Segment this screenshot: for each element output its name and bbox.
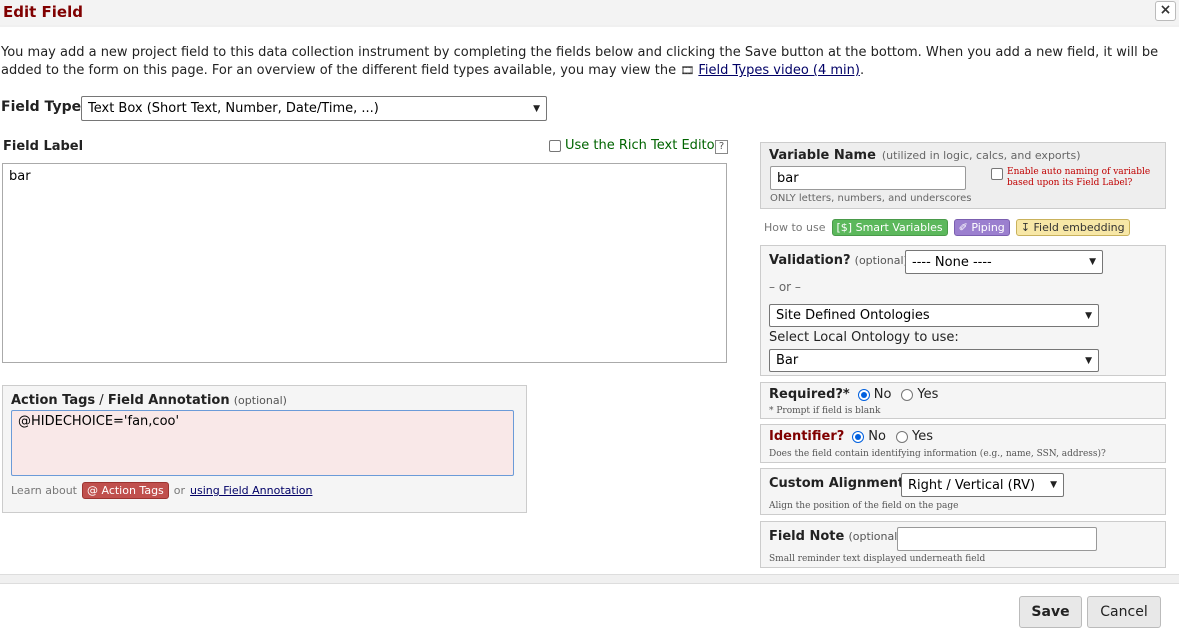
field-annotation-title: Field Annotation — [107, 393, 230, 408]
chevron-down-icon: ▼ — [1085, 355, 1092, 366]
validation-label: Validation? (optional) — [769, 253, 908, 268]
chevron-down-icon: ▼ — [1089, 257, 1096, 267]
help-icon[interactable]: ? — [715, 140, 728, 154]
dialog-title: Edit Field — [3, 3, 83, 21]
dialog-titlebar: Edit Field × — [0, 0, 1179, 25]
required-row: Required?* No Yes — [769, 387, 938, 402]
validation-panel: Validation? (optional) ---- None ---- ▼ … — [760, 245, 1166, 376]
identifier-panel: Identifier? No Yes Does the field contai… — [760, 424, 1166, 463]
identifier-no-label: No — [868, 429, 886, 444]
smart-variables-button[interactable]: [$] Smart Variables — [831, 219, 948, 236]
intro-text-end: . — [859, 63, 865, 78]
rich-text-checkbox[interactable] — [549, 139, 561, 152]
validation-optional: (optional) — [854, 254, 908, 267]
identifier-yes-label: Yes — [911, 429, 933, 444]
field-types-video-link[interactable]: Field Types video (4 min) — [698, 63, 860, 78]
auto-naming-checkbox[interactable] — [991, 168, 1003, 180]
film-icon: 🎞 — [680, 64, 695, 77]
required-yes-radio[interactable] — [901, 388, 914, 401]
field-label-textarea[interactable]: bar — [2, 163, 727, 363]
auto-naming-option[interactable]: Enable auto naming of variable based upo… — [991, 167, 1173, 189]
identifier-no-radio[interactable] — [852, 430, 865, 443]
action-tags-panel: Action Tags / Field Annotation (optional… — [2, 385, 527, 513]
variable-name-panel: Variable Name (utilized in logic, calcs, … — [760, 142, 1166, 209]
validation-select[interactable]: ---- None ---- ▼ — [905, 250, 1103, 274]
field-type-value: Text Box (Short Text, Number, Date/Time,… — [88, 101, 379, 116]
cancel-button[interactable]: Cancel — [1087, 596, 1161, 628]
field-type-label: Field Type: — [1, 99, 87, 115]
field-label-heading: Field Label — [3, 139, 84, 154]
field-embedding-button[interactable]: ↧ Field embedding — [1015, 219, 1130, 236]
required-label: Required?* — [769, 387, 850, 402]
dialog-footer: Save Cancel — [0, 583, 1179, 636]
action-tags-label: Action Tags / Field Annotation (optional… — [11, 393, 287, 408]
required-panel: Required?* No Yes * Prompt if field is b… — [760, 382, 1166, 419]
variable-name-hint: (utilized in logic, calcs, and exports) — [881, 149, 1081, 162]
piping-button[interactable]: ✐ Piping — [953, 219, 1010, 236]
annotation-textarea[interactable]: @HIDECHOICE='fan,coo' — [11, 410, 514, 476]
learn-about-row: Learn about @ Action Tags or using Field… — [11, 482, 312, 499]
required-note: * Prompt if field is blank — [769, 406, 881, 416]
field-note-hint: Small reminder text displayed underneath… — [769, 554, 986, 564]
dialog-body: You may add a new project field to this … — [0, 27, 1179, 575]
ontology-select[interactable]: Site Defined Ontologies ▼ — [769, 304, 1099, 327]
required-yes-label: Yes — [917, 387, 939, 402]
intro-text-main: You may add a new project field to this … — [1, 45, 1159, 78]
variable-name-rule: ONLY letters, numbers, and underscores — [770, 193, 972, 204]
local-ontology-value: Bar — [776, 353, 799, 368]
save-button[interactable]: Save — [1019, 596, 1082, 628]
rich-text-label: Use the Rich Text Editor — [565, 138, 720, 153]
variable-name-input[interactable]: bar — [770, 166, 966, 190]
alignment-note: Align the position of the field on the p… — [769, 501, 959, 511]
action-tags-button[interactable]: @ Action Tags — [81, 482, 169, 499]
field-note-input[interactable] — [897, 527, 1097, 551]
field-annotation-link[interactable]: using Field Annotation — [190, 484, 312, 497]
auto-naming-label: Enable auto naming of variable based upo… — [1007, 167, 1151, 188]
required-no-label: No — [873, 387, 892, 402]
learn-about-text: Learn about — [11, 484, 77, 497]
alignment-select[interactable]: Right / Vertical (RV) ▼ — [901, 473, 1064, 497]
local-ontology-select[interactable]: Bar ▼ — [769, 349, 1099, 372]
action-tags-title: Action Tags — [11, 393, 96, 408]
validation-value: ---- None ---- — [912, 254, 992, 270]
close-icon[interactable]: × — [1155, 1, 1176, 21]
field-note-title: Field Note — [769, 529, 845, 544]
chevron-down-icon: ▼ — [1050, 480, 1057, 490]
local-ontology-label: Select Local Ontology to use: — [769, 330, 959, 345]
ontology-value: Site Defined Ontologies — [776, 308, 930, 323]
rich-text-editor-toggle[interactable]: Use the Rich Text Editor — [549, 138, 720, 153]
alignment-value: Right / Vertical (RV) — [908, 477, 1036, 493]
chevron-down-icon: ▼ — [533, 103, 540, 114]
intro-text: You may add a new project field to this … — [1, 44, 1161, 80]
identifier-row: Identifier? No Yes — [769, 429, 933, 444]
identifier-note: Does the field contain identifying infor… — [769, 449, 1106, 459]
how-to-use-row: How to use [$] Smart Variables ✐ Piping … — [764, 219, 1130, 236]
field-note-panel: Field Note (optional) Small reminder tex… — [760, 521, 1166, 568]
alignment-label: Custom Alignment — [769, 476, 905, 491]
field-note-label: Field Note (optional) — [769, 529, 902, 544]
action-tags-optional: (optional) — [233, 394, 287, 407]
action-tags-sep: / — [95, 393, 108, 408]
how-to-use-label: How to use — [764, 221, 826, 234]
identifier-label: Identifier? — [769, 429, 845, 444]
or-divider: – or – — [769, 280, 801, 294]
or-text: or — [173, 484, 186, 497]
alignment-panel: Custom Alignment Right / Vertical (RV) ▼… — [760, 468, 1166, 515]
required-no-radio[interactable] — [857, 388, 870, 401]
identifier-yes-radio[interactable] — [895, 430, 908, 443]
field-type-select[interactable]: Text Box (Short Text, Number, Date/Time,… — [81, 96, 547, 121]
validation-title: Validation? — [769, 253, 851, 268]
variable-name-title: Variable Name — [769, 148, 876, 163]
field-note-optional: (optional) — [848, 530, 902, 543]
variable-name-label: Variable Name (utilized in logic, calcs, … — [769, 148, 1081, 163]
chevron-down-icon: ▼ — [1085, 310, 1092, 321]
